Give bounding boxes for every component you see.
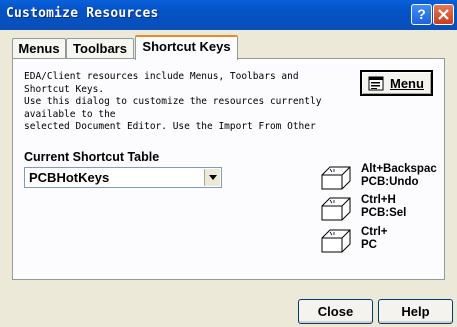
title-bar[interactable]: Customize Resources ? (0, 0, 457, 30)
shortcut-key: Ctrl+ (361, 226, 388, 238)
shortcut-entry[interactable]: Ctrl+H PCB:Sel (318, 192, 438, 222)
close-icon (438, 9, 449, 20)
description-text: EDA/Client resources include Menus, Tool… (24, 71, 349, 134)
shortcut-key: Ctrl+H (361, 194, 396, 206)
help-button[interactable]: Help (378, 299, 453, 324)
close-title-button[interactable] (433, 4, 454, 25)
description-line: Use this dialog to customize the resourc… (24, 96, 322, 107)
tab-shortcut-keys[interactable]: Shortcut Keys (135, 35, 238, 60)
shortcut-key: Alt+Backspac (361, 163, 437, 175)
shortcut-table-select[interactable]: PCBHotKeys (24, 167, 222, 188)
close-button[interactable]: Close (298, 299, 373, 324)
chevron-down-icon (209, 175, 217, 180)
tab-menus[interactable]: Menus (12, 38, 66, 59)
question-icon: ? (417, 6, 426, 22)
menu-button[interactable]: Menu (360, 70, 433, 96)
shortcut-table-label: Current Shortcut Table (24, 150, 160, 164)
tab-toolbars[interactable]: Toolbars (66, 38, 134, 59)
key-icon (321, 197, 351, 221)
shortcut-action: PC (361, 239, 377, 251)
shortcut-entry[interactable]: Ctrl+ PC (318, 224, 438, 254)
menu-icon (368, 76, 384, 91)
dropdown-button[interactable] (204, 169, 220, 186)
shortcut-entry[interactable]: Alt+Backspac PCB:Undo (318, 161, 438, 191)
description-line: EDA/Client resources include Menus, Tool… (24, 71, 299, 82)
shortcut-action: PCB:Sel (361, 207, 407, 219)
help-title-button[interactable]: ? (411, 4, 432, 25)
menu-button-label: Menu (390, 76, 424, 91)
window-title: Customize Resources (6, 6, 159, 21)
shortcut-table-value: PCBHotKeys (29, 170, 110, 185)
key-icon (321, 166, 351, 190)
description-line: selected Document Editor. Use the Import… (24, 121, 316, 132)
description-line: Shortcut Keys. (24, 83, 105, 95)
description-line: available to the (24, 108, 116, 120)
key-icon (321, 229, 351, 253)
shortcut-action: PCB:Undo (361, 176, 419, 188)
